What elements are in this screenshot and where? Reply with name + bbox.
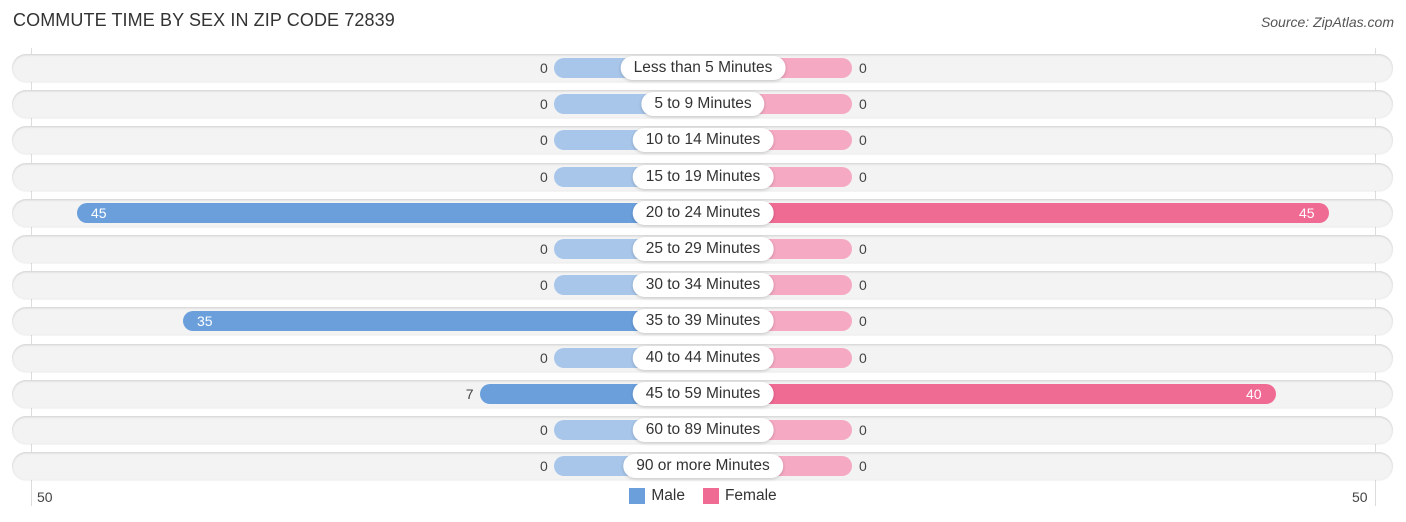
value-label-male: 0 (540, 349, 548, 366)
legend-item-female: Female (702, 487, 777, 505)
value-label-male: 0 (540, 241, 548, 257)
value-label-male: 0 (540, 422, 548, 438)
value-label-male: 0 (540, 458, 548, 475)
category-label: 30 to 34 Minutes (632, 273, 774, 298)
category-label: 35 to 39 Minutes (632, 309, 774, 334)
value-label-female: 0 (859, 132, 867, 149)
value-label-female: 0 (859, 349, 867, 366)
category-label: 20 to 24 Minutes (632, 200, 774, 225)
category-label: 45 to 59 Minutes (632, 381, 774, 406)
legend-item-male: Male (629, 487, 685, 505)
value-label-female: 0 (859, 168, 867, 185)
bar-male (183, 311, 703, 332)
legend-label-female: Female (724, 487, 777, 504)
category-label: 15 to 19 Minutes (632, 164, 774, 189)
category-label: 5 to 9 Minutes (641, 92, 765, 117)
value-label-male: 45 (91, 204, 107, 221)
value-label-male: 0 (540, 96, 548, 113)
value-label-female: 45 (1299, 204, 1315, 221)
value-label-female: 40 (1246, 385, 1262, 402)
value-label-female: 0 (859, 60, 867, 76)
category-label: 25 to 29 Minutes (632, 237, 774, 261)
value-label-female: 0 (859, 422, 867, 438)
category-label: 60 to 89 Minutes (632, 418, 774, 442)
legend: Male Female (0, 487, 1406, 505)
category-label: 10 to 14 Minutes (632, 128, 774, 153)
category-label: 40 to 44 Minutes (632, 345, 774, 370)
value-label-male: 7 (465, 385, 474, 402)
bar-male (77, 202, 703, 223)
legend-swatch-female (702, 488, 719, 504)
chart-title: COMMUTE TIME BY SEX IN ZIP CODE 72839 (13, 10, 395, 30)
value-label-female: 0 (859, 96, 867, 113)
bar-female (703, 202, 1329, 223)
legend-label-male: Male (651, 487, 685, 504)
value-label-male: 0 (540, 168, 548, 185)
bar-female (703, 383, 1276, 404)
value-label-male: 0 (540, 60, 548, 76)
value-label-female: 0 (859, 458, 867, 475)
value-label-female: 0 (859, 241, 867, 257)
category-label: Less than 5 Minutes (620, 56, 786, 80)
value-label-female: 0 (859, 313, 867, 330)
value-label-male: 0 (540, 132, 548, 149)
legend-swatch-male (629, 488, 646, 504)
source-label: Source: ZipAtlas.com (1260, 14, 1394, 30)
value-label-male: 35 (197, 313, 213, 330)
value-label-male: 0 (540, 277, 548, 294)
value-label-female: 0 (859, 277, 867, 294)
category-label: 90 or more Minutes (623, 454, 783, 479)
